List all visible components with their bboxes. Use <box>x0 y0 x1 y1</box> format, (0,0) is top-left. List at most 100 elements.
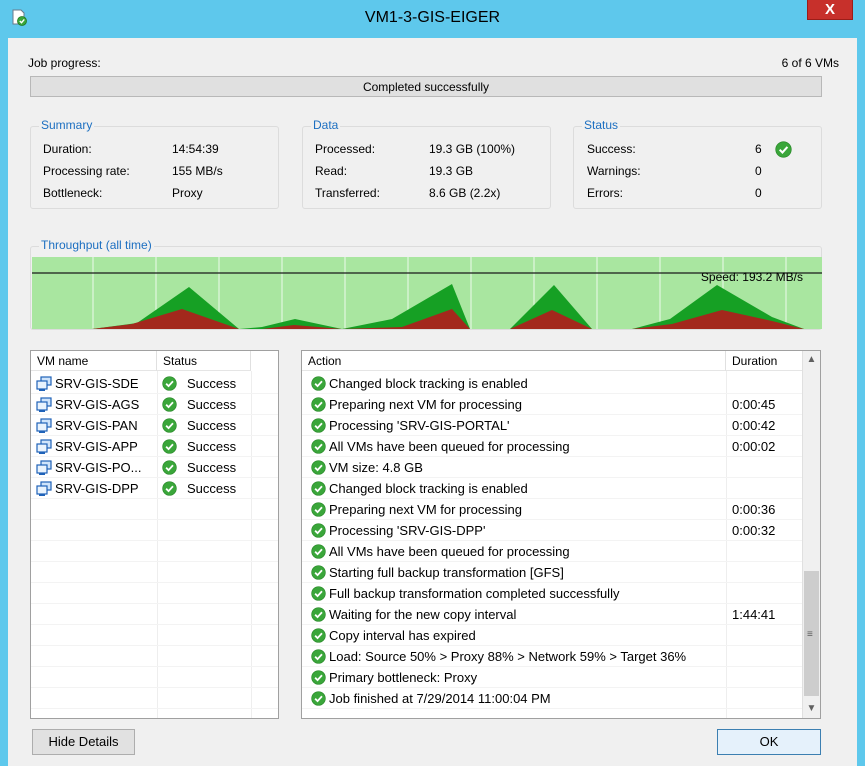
action-duration: 0:00:02 <box>732 439 776 454</box>
vm-status: Success <box>187 397 237 412</box>
action-row[interactable]: All VMs have been queued for processing 0… <box>302 436 802 457</box>
duration-value: 14:54:39 <box>172 142 219 156</box>
job-details-dialog: Job progress: 6 of 6 VMs Completed succe… <box>8 38 857 766</box>
vm-status-column-header[interactable]: Status <box>157 351 251 371</box>
duration-label: Duration: <box>43 142 92 156</box>
status-legend: Status <box>582 118 621 132</box>
vm-icon <box>36 418 52 433</box>
window-title: VM1-3-GIS-EIGER <box>364 9 501 26</box>
transferred-value: 8.6 GB (2.2x) <box>429 186 501 200</box>
duration-column-header[interactable]: Duration <box>726 351 803 371</box>
row-divider <box>31 687 278 688</box>
action-text: Waiting for the new copy interval <box>329 607 517 622</box>
action-text: Load: Source 50% > Proxy 88% > Network 5… <box>329 649 687 664</box>
title-bar: VM1-3-GIS-EIGER X <box>0 0 865 38</box>
vm-name: SRV-GIS-PAN <box>55 418 138 433</box>
hide-details-button[interactable]: Hide Details <box>32 729 135 755</box>
check-circle-icon <box>162 481 177 496</box>
check-circle-icon <box>311 439 326 454</box>
vm-name: SRV-GIS-DPP <box>55 481 139 496</box>
action-row[interactable]: VM size: 4.8 GB <box>302 457 802 478</box>
row-divider <box>31 645 278 646</box>
read-value: 19.3 GB <box>429 164 474 178</box>
vm-icon <box>36 439 52 454</box>
check-circle-icon <box>162 418 177 433</box>
ok-button[interactable]: OK <box>717 729 821 755</box>
vm-row[interactable]: SRV-GIS-APP Success <box>31 436 251 457</box>
vm-row[interactable]: SRV-GIS-PAN Success <box>31 415 251 436</box>
action-row[interactable]: All VMs have been queued for processing <box>302 541 802 562</box>
action-row[interactable]: Processing 'SRV-GIS-DPP' 0:00:32 <box>302 520 802 541</box>
vm-icon <box>36 481 52 496</box>
read-label: Read: <box>315 164 348 178</box>
action-row[interactable]: Job finished at 7/29/2014 11:00:04 PM <box>302 688 802 709</box>
throughput-speed: Speed: 193.2 MB/s <box>700 270 803 284</box>
action-list-scrollbar[interactable]: ▲ ≡ ▼ <box>802 351 820 718</box>
action-row[interactable]: Load: Source 50% > Proxy 88% > Network 5… <box>302 646 802 667</box>
action-row[interactable]: Changed block tracking is enabled <box>302 478 802 499</box>
vm-name: SRV-GIS-AGS <box>55 397 140 412</box>
vm-icon <box>36 376 52 391</box>
row-divider <box>31 498 278 499</box>
vm-row[interactable]: SRV-GIS-SDE Success <box>31 373 251 394</box>
summary-group: Summary Duration: 14:54:39 Processing ra… <box>30 118 279 209</box>
close-button[interactable]: X <box>807 0 853 20</box>
action-text: VM size: 4.8 GB <box>329 460 423 475</box>
row-divider <box>31 414 278 415</box>
vm-row[interactable]: SRV-GIS-DPP Success <box>31 478 251 499</box>
action-text: Processing 'SRV-GIS-PORTAL' <box>329 418 510 433</box>
vm-list[interactable]: VM name Status SRV-GIS-SDE Success SRV-GIS… <box>30 350 279 719</box>
action-row[interactable]: Copy interval has expired <box>302 625 802 646</box>
action-row[interactable]: Full backup transformation completed suc… <box>302 583 802 604</box>
scroll-thumb[interactable]: ≡ <box>804 571 819 696</box>
grip-icon: ≡ <box>807 629 813 640</box>
action-text: Job finished at 7/29/2014 11:00:04 PM <box>329 691 551 706</box>
check-circle-icon <box>311 607 326 622</box>
errors-label: Errors: <box>587 186 623 200</box>
action-row[interactable]: Processing 'SRV-GIS-PORTAL' 0:00:42 <box>302 415 802 436</box>
processed-label: Processed: <box>315 142 376 156</box>
action-text: Processing 'SRV-GIS-DPP' <box>329 523 486 538</box>
scroll-down-icon[interactable]: ▼ <box>803 700 820 718</box>
row-divider <box>31 393 278 394</box>
action-text: Copy interval has expired <box>329 628 476 643</box>
processing-rate-value: 155 MB/s <box>172 164 223 178</box>
action-text: All VMs have been queued for processing <box>329 439 570 454</box>
row-divider <box>31 519 278 520</box>
throughput-chart <box>32 257 822 329</box>
vm-row[interactable]: SRV-GIS-PO... Success <box>31 457 251 478</box>
vm-row[interactable]: SRV-GIS-AGS Success <box>31 394 251 415</box>
action-row[interactable]: Primary bottleneck: Proxy <box>302 667 802 688</box>
warnings-label: Warnings: <box>587 164 641 178</box>
row-divider <box>31 435 278 436</box>
action-text: Preparing next VM for processing <box>329 397 522 412</box>
action-duration: 0:00:36 <box>732 502 776 517</box>
action-duration: 0:00:42 <box>732 418 776 433</box>
action-row[interactable]: Starting full backup transformation [GFS… <box>302 562 802 583</box>
scroll-up-icon[interactable]: ▲ <box>803 351 820 369</box>
action-row[interactable]: Preparing next VM for processing 0:00:36 <box>302 499 802 520</box>
action-row[interactable]: Waiting for the new copy interval 1:44:41 <box>302 604 802 625</box>
row-divider <box>31 666 278 667</box>
vm-status: Success <box>187 481 237 496</box>
job-progress-bar: Completed successfully <box>30 76 822 97</box>
warnings-value: 0 <box>755 164 762 178</box>
processing-rate-label: Processing rate: <box>43 164 130 178</box>
action-list[interactable]: Action Duration Changed block tracking i… <box>301 350 821 719</box>
check-circle-icon <box>311 481 326 496</box>
action-text: Starting full backup transformation [GFS… <box>329 565 564 580</box>
processed-value: 19.3 GB (100%) <box>429 142 516 156</box>
vm-status: Success <box>187 418 237 433</box>
vm-name-column-header[interactable]: VM name <box>31 351 157 371</box>
row-divider <box>31 456 278 457</box>
action-row[interactable]: Changed block tracking is enabled <box>302 373 802 394</box>
check-circle-icon <box>311 376 326 391</box>
action-row[interactable]: Preparing next VM for processing 0:00:45 <box>302 394 802 415</box>
check-circle-icon <box>311 586 326 601</box>
action-column-header[interactable]: Action <box>302 351 726 371</box>
check-circle-icon <box>162 376 177 391</box>
action-duration: 0:00:45 <box>732 397 776 412</box>
check-circle-icon <box>311 397 326 412</box>
row-divider <box>31 540 278 541</box>
action-duration: 0:00:32 <box>732 523 776 538</box>
